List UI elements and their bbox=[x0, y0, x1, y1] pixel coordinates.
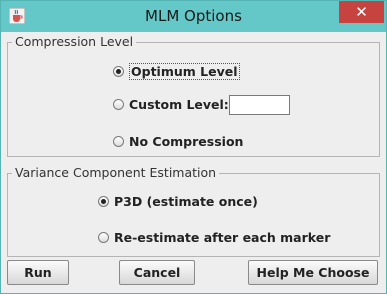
close-icon: ✕ bbox=[355, 3, 368, 21]
run-button[interactable]: Run bbox=[7, 260, 69, 285]
close-button[interactable]: ✕ bbox=[339, 1, 384, 23]
custom-level-input[interactable] bbox=[229, 95, 290, 115]
radio-button-no-compression[interactable] bbox=[113, 136, 124, 147]
optimum-level-label: Optimum Level bbox=[129, 63, 240, 80]
p3d-label: P3D (estimate once) bbox=[114, 194, 258, 209]
radio-custom-level[interactable]: Custom Level: bbox=[113, 97, 229, 112]
radio-button-p3d[interactable] bbox=[98, 196, 109, 207]
radio-button-custom[interactable] bbox=[113, 99, 124, 110]
compression-legend: Compression Level bbox=[12, 34, 137, 49]
radio-re-estimate[interactable]: Re-estimate after each marker bbox=[98, 230, 330, 245]
radio-p3d[interactable]: P3D (estimate once) bbox=[98, 194, 258, 209]
custom-level-label: Custom Level: bbox=[129, 97, 229, 112]
no-compression-label: No Compression bbox=[129, 134, 244, 149]
dialog-content: Compression Level Optimum Level Custom L… bbox=[5, 32, 382, 291]
title-bar[interactable]: MLM Options ✕ bbox=[1, 1, 386, 32]
radio-button-re-estimate[interactable] bbox=[98, 232, 109, 243]
radio-optimum-level[interactable]: Optimum Level bbox=[113, 63, 240, 80]
radio-button-optimum[interactable] bbox=[113, 66, 124, 77]
variance-legend: Variance Component Estimation bbox=[12, 165, 220, 180]
mlm-options-dialog: MLM Options ✕ Compression Level Optimum … bbox=[0, 0, 387, 294]
cancel-button[interactable]: Cancel bbox=[119, 260, 195, 285]
radio-no-compression[interactable]: No Compression bbox=[113, 134, 243, 149]
help-me-choose-button[interactable]: Help Me Choose bbox=[248, 260, 378, 285]
re-estimate-label: Re-estimate after each marker bbox=[114, 230, 331, 245]
window-title: MLM Options bbox=[145, 7, 242, 25]
